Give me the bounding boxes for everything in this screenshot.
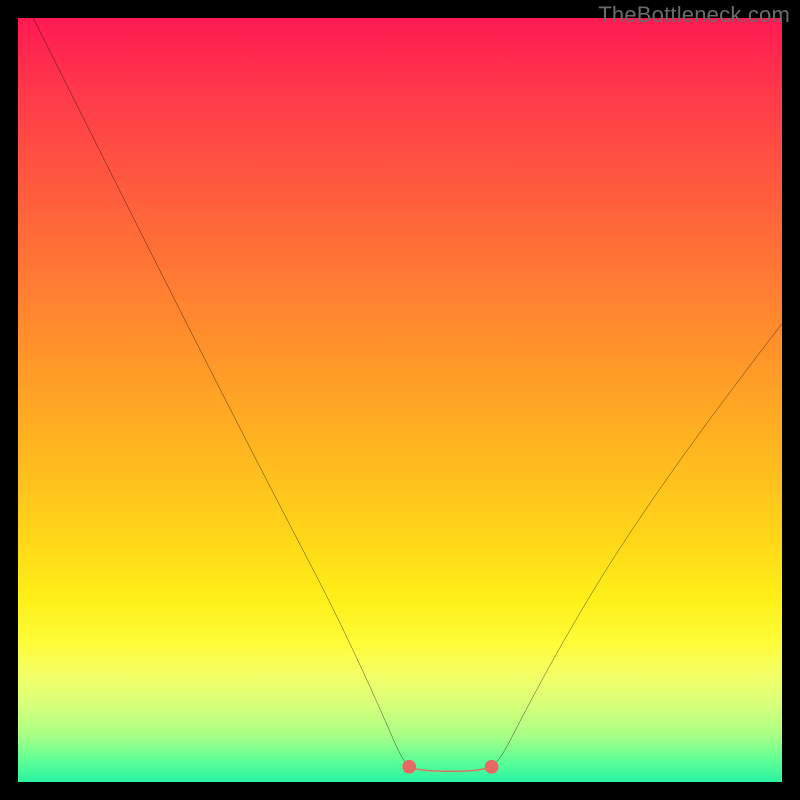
chart-stage: TheBottleneck.com xyxy=(0,0,800,800)
series-flat-highlight xyxy=(409,767,492,772)
series-left-branch xyxy=(33,18,409,767)
plot-frame xyxy=(18,18,782,782)
plot-area xyxy=(18,18,782,782)
curve-layer xyxy=(18,18,782,782)
highlight-endpoint-right xyxy=(485,760,499,774)
highlight-endpoint-left xyxy=(402,760,416,774)
series-right-branch xyxy=(492,324,782,767)
watermark-text: TheBottleneck.com xyxy=(598,2,790,28)
